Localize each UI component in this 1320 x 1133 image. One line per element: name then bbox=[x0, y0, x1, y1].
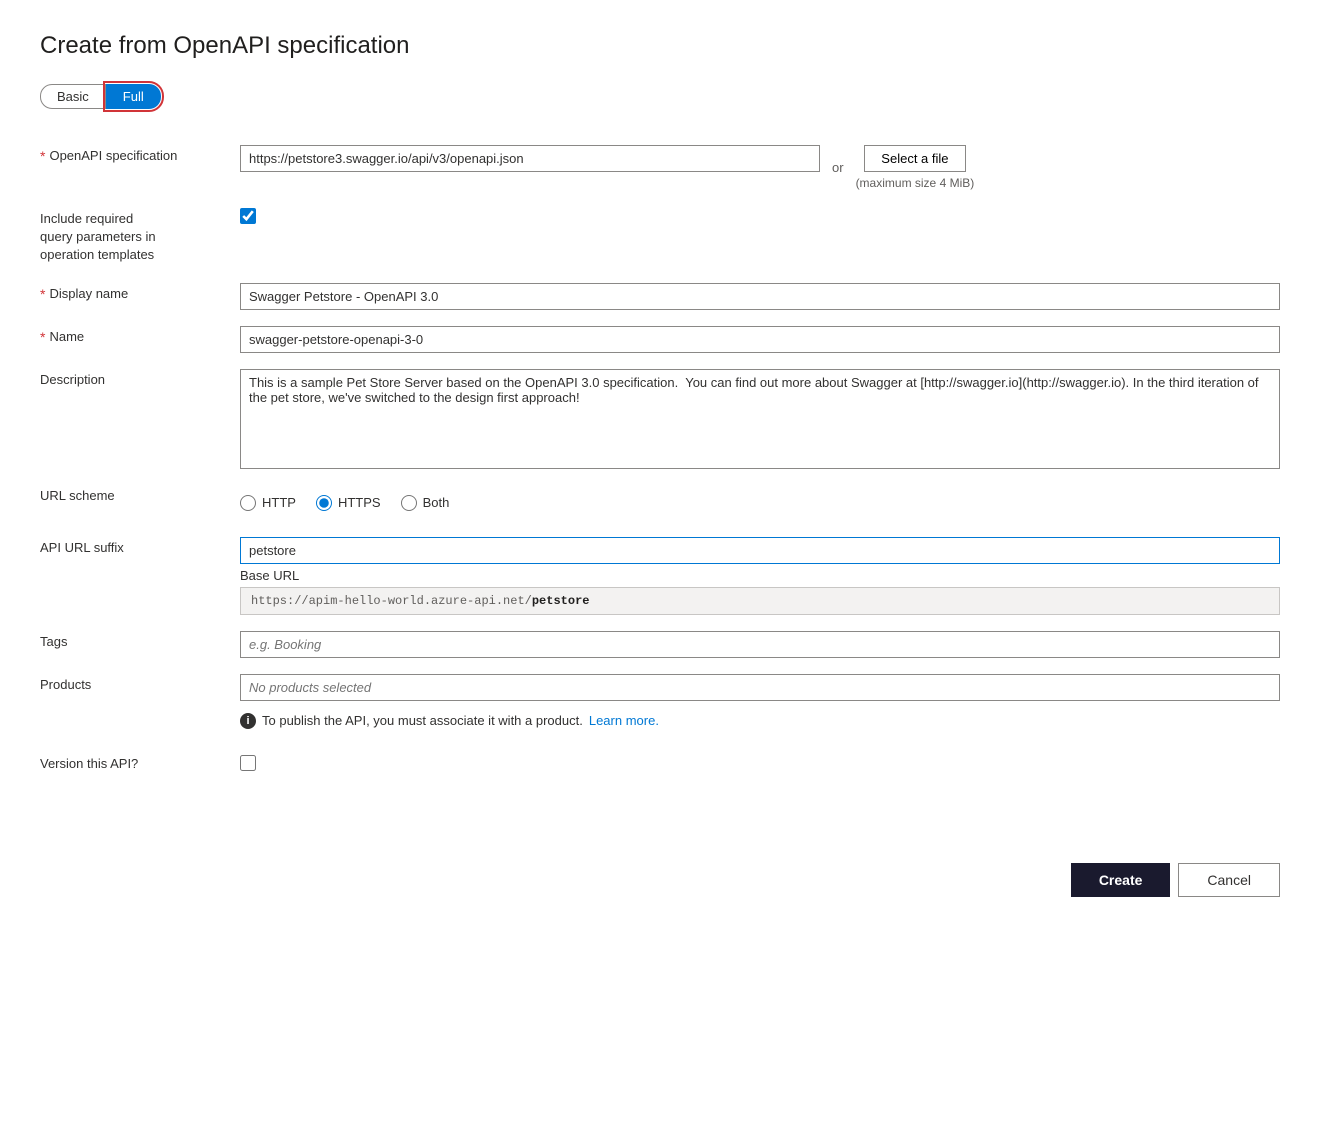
url-scheme-field: HTTP HTTPS Both bbox=[240, 477, 1280, 529]
include-required-label: Include requiredquery parameters inopera… bbox=[40, 198, 240, 275]
products-input[interactable] bbox=[240, 674, 1280, 701]
url-scheme-label: URL scheme bbox=[40, 477, 240, 529]
products-field: i To publish the API, you must associate… bbox=[240, 666, 1280, 745]
description-textarea[interactable]: This is a sample Pet Store Server based … bbox=[240, 369, 1280, 469]
learn-more-link[interactable]: Learn more. bbox=[589, 713, 659, 728]
full-toggle-btn[interactable]: Full bbox=[106, 84, 161, 109]
create-button[interactable]: Create bbox=[1071, 863, 1171, 897]
view-toggle: Basic Full bbox=[40, 84, 1280, 109]
products-label: Products bbox=[40, 666, 240, 745]
tags-label: Tags bbox=[40, 623, 240, 666]
display-name-label: Display name bbox=[40, 275, 240, 318]
radio-http-input[interactable] bbox=[240, 495, 256, 511]
description-label: Description bbox=[40, 361, 240, 477]
create-form: OpenAPI specification or Select a file (… bbox=[40, 137, 1280, 783]
radio-both[interactable]: Both bbox=[401, 495, 450, 511]
name-field bbox=[240, 318, 1280, 361]
publish-info-text: To publish the API, you must associate i… bbox=[262, 713, 583, 728]
radio-https-input[interactable] bbox=[316, 495, 332, 511]
version-api-label: Version this API? bbox=[40, 745, 240, 783]
tags-input[interactable] bbox=[240, 631, 1280, 658]
info-icon: i bbox=[240, 713, 256, 729]
url-scheme-radio-group: HTTP HTTPS Both bbox=[240, 485, 449, 521]
bottom-actions: Create Cancel bbox=[40, 843, 1280, 897]
select-file-button[interactable]: Select a file bbox=[864, 145, 965, 172]
version-api-field bbox=[240, 745, 1280, 783]
api-url-suffix-input[interactable] bbox=[240, 537, 1280, 564]
include-required-field bbox=[240, 198, 1280, 275]
select-file-wrap: Select a file (maximum size 4 MiB) bbox=[856, 145, 975, 190]
openapi-spec-input[interactable] bbox=[240, 145, 820, 172]
max-size-text: (maximum size 4 MiB) bbox=[856, 176, 975, 190]
api-url-suffix-field: Base URL https://apim-hello-world.azure-… bbox=[240, 529, 1280, 623]
base-url-suffix-display: petstore bbox=[532, 594, 590, 608]
name-input[interactable] bbox=[240, 326, 1280, 353]
base-url-prefix: https://apim-hello-world.azure-api.net/ bbox=[251, 594, 532, 608]
page-title: Create from OpenAPI specification bbox=[40, 32, 1280, 60]
or-text: or bbox=[832, 160, 844, 175]
openapi-spec-field: or Select a file (maximum size 4 MiB) bbox=[240, 137, 1280, 198]
display-name-field bbox=[240, 275, 1280, 318]
radio-both-input[interactable] bbox=[401, 495, 417, 511]
cancel-button[interactable]: Cancel bbox=[1178, 863, 1280, 897]
api-url-suffix-label: API URL suffix bbox=[40, 529, 240, 623]
basic-toggle-btn[interactable]: Basic bbox=[40, 84, 106, 109]
radio-https[interactable]: HTTPS bbox=[316, 495, 381, 511]
base-url-display: https://apim-hello-world.azure-api.net/p… bbox=[240, 587, 1280, 615]
version-api-checkbox[interactable] bbox=[240, 755, 256, 771]
openapi-spec-label: OpenAPI specification bbox=[40, 137, 240, 198]
publish-info-row: i To publish the API, you must associate… bbox=[240, 705, 659, 737]
include-required-checkbox[interactable] bbox=[240, 208, 256, 224]
description-field: This is a sample Pet Store Server based … bbox=[240, 361, 1280, 477]
base-url-section: Base URL https://apim-hello-world.azure-… bbox=[240, 568, 1280, 615]
radio-http[interactable]: HTTP bbox=[240, 495, 296, 511]
name-label: Name bbox=[40, 318, 240, 361]
tags-field bbox=[240, 623, 1280, 666]
base-url-label: Base URL bbox=[240, 568, 1280, 583]
display-name-input[interactable] bbox=[240, 283, 1280, 310]
